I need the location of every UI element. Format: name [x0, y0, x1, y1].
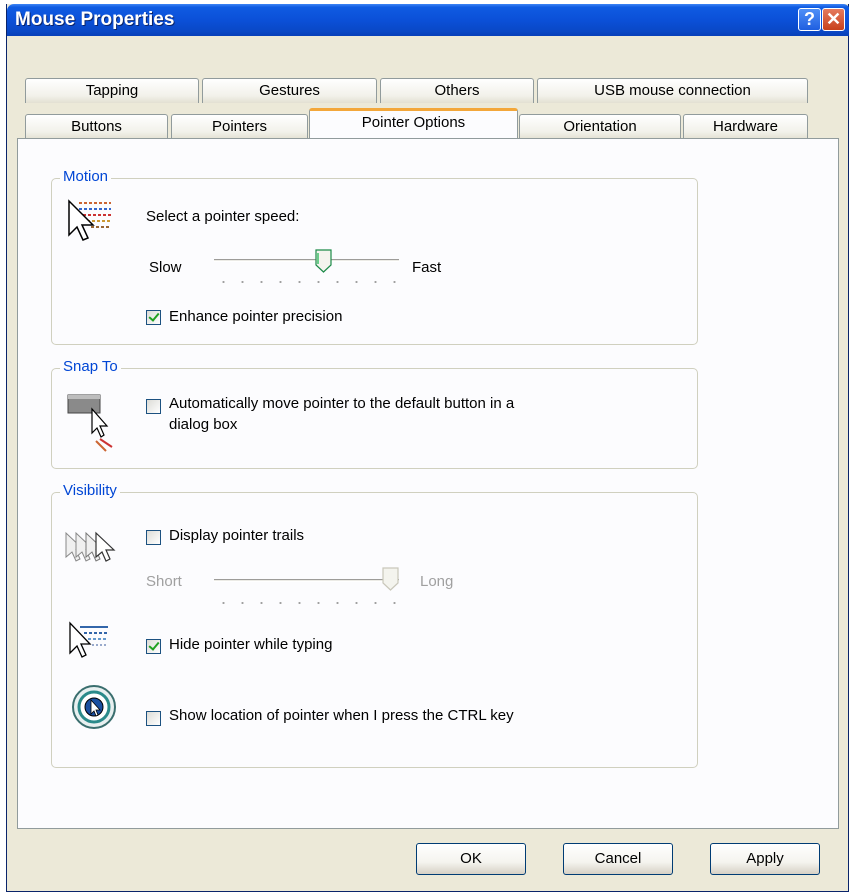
pointer-speed-track — [214, 259, 399, 262]
tab-tapping[interactable]: Tapping — [25, 78, 199, 103]
long-label: Long — [420, 573, 454, 590]
pointer-trails-label[interactable]: Display pointer trails — [169, 527, 304, 544]
pointer-trails-ticks — [214, 601, 403, 605]
tab-buttons[interactable]: Buttons — [25, 114, 168, 139]
title-bar[interactable]: Mouse Properties ? ✕ — [7, 4, 849, 36]
pointer-trails-track — [214, 579, 399, 582]
pointer-speed-ticks — [214, 280, 403, 284]
show-location-checkbox[interactable] — [146, 711, 161, 726]
window-title: Mouse Properties — [15, 9, 175, 30]
show-location-label[interactable]: Show location of pointer when I press th… — [169, 707, 514, 724]
tab-pointer-options[interactable]: Pointer Options — [309, 108, 518, 138]
visibility-group-title: Visibility — [60, 482, 120, 499]
mouse-properties-window: Mouse Properties ? ✕ Tapping Gestures Ot… — [6, 4, 849, 892]
hide-pointer-label[interactable]: Hide pointer while typing — [169, 636, 332, 653]
motion-group-title: Motion — [60, 168, 112, 185]
pointer-location-icon — [72, 685, 116, 729]
tab-others[interactable]: Others — [380, 78, 534, 103]
visibility-group: Visibility Display pointer trails Short … — [51, 482, 698, 768]
apply-button[interactable]: Apply — [710, 843, 820, 875]
cancel-button[interactable]: Cancel — [563, 843, 673, 875]
help-button[interactable]: ? — [798, 8, 821, 31]
ok-button[interactable]: OK — [416, 843, 526, 875]
fast-label: Fast — [412, 259, 442, 276]
hide-pointer-checkbox[interactable] — [146, 639, 161, 654]
tab-panel-pointer-options: Motion Select a pointer speed: Slow Fast… — [17, 138, 839, 829]
pointer-speed-slider-thumb[interactable] — [315, 249, 332, 273]
motion-group: Motion Select a pointer speed: Slow Fast… — [51, 168, 698, 345]
enhance-precision-checkbox[interactable] — [146, 310, 161, 325]
enhance-precision-label[interactable]: Enhance pointer precision — [169, 308, 342, 325]
pointer-trails-icon — [65, 531, 116, 562]
close-button[interactable]: ✕ — [822, 8, 845, 31]
pointer-speed-label: Select a pointer speed: — [146, 208, 300, 225]
snap-to-label-line2[interactable]: dialog box — [169, 416, 237, 433]
snap-to-group-title: Snap To — [60, 358, 121, 375]
snap-to-icon — [67, 394, 113, 452]
hide-pointer-icon — [69, 621, 108, 658]
tab-gestures[interactable]: Gestures — [202, 78, 377, 103]
snap-to-checkbox[interactable] — [146, 399, 161, 414]
pointer-trails-checkbox[interactable] — [146, 530, 161, 545]
short-label: Short — [146, 573, 182, 590]
snap-to-label-line1[interactable]: Automatically move pointer to the defaul… — [169, 395, 514, 412]
tab-hardware[interactable]: Hardware — [683, 114, 808, 139]
pointer-speed-icon — [68, 199, 111, 241]
slow-label: Slow — [149, 259, 182, 276]
tab-usb-mouse-connection[interactable]: USB mouse connection — [537, 78, 808, 103]
snap-to-group: Snap To Automatically move pointer to th… — [51, 358, 698, 469]
tab-pointers[interactable]: Pointers — [171, 114, 308, 139]
pointer-trails-slider-thumb[interactable] — [382, 567, 399, 591]
tab-orientation[interactable]: Orientation — [519, 114, 681, 139]
